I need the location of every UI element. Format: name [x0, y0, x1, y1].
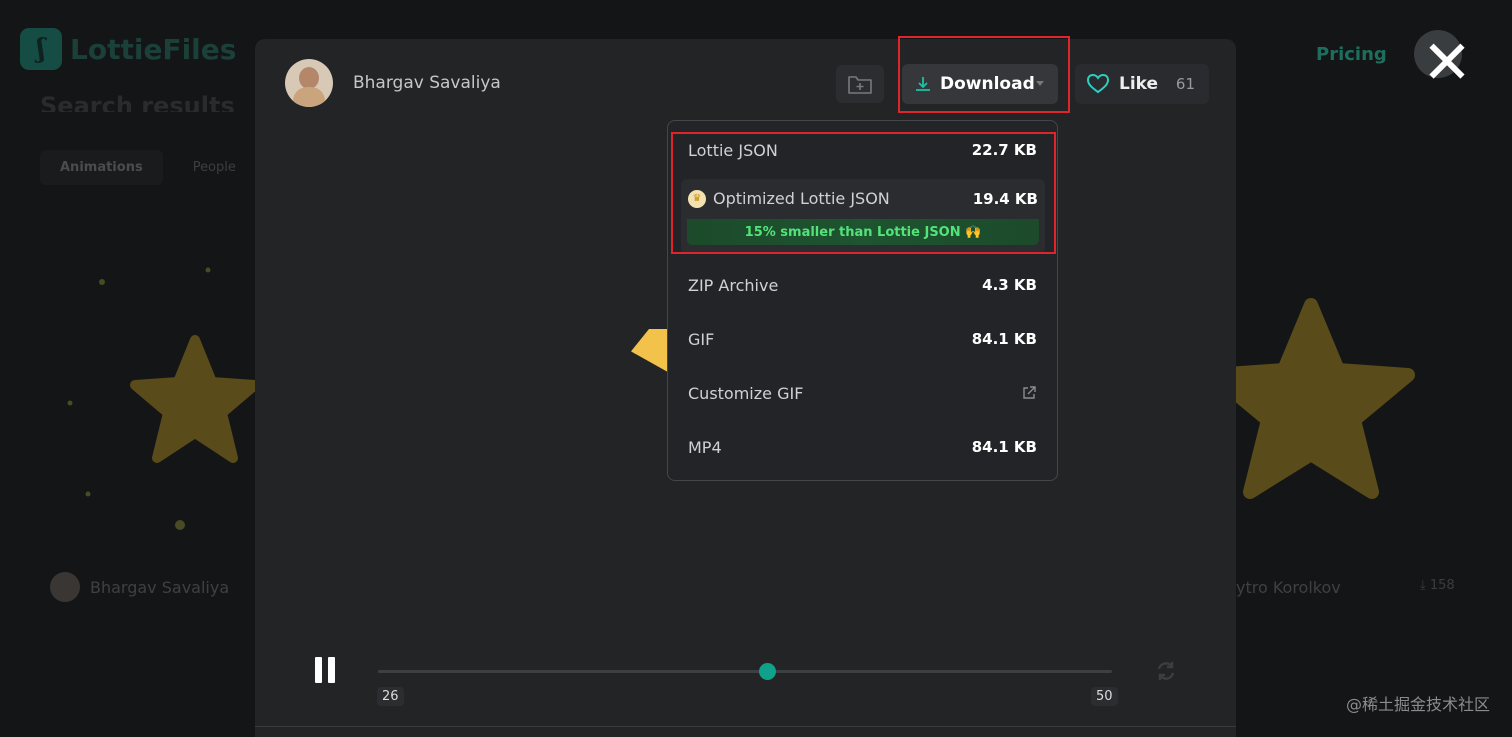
format-highlight-box: [671, 132, 1056, 254]
save-to-folder-button[interactable]: [836, 65, 884, 103]
animation-card-left[interactable]: [40, 220, 255, 550]
animation-card-right[interactable]: [1236, 220, 1512, 550]
tab-people[interactable]: People: [173, 150, 256, 185]
folder-plus-icon: [848, 76, 872, 94]
tab-animations[interactable]: Animations: [40, 150, 163, 185]
author-avatar: [285, 59, 333, 107]
menu-item-zip-archive[interactable]: ZIP Archive 4.3 KB: [668, 260, 1057, 310]
author-name: Bhargav Savaliya: [90, 577, 230, 597]
author-name: Bhargav Savaliya: [353, 73, 501, 93]
menu-item-mp4[interactable]: MP4 84.1 KB: [668, 422, 1057, 472]
result-tabs: Animations People: [40, 150, 256, 185]
card-author-right[interactable]: ytro Korolkov: [1236, 578, 1341, 597]
star-icon: [1236, 298, 1415, 499]
search-results-heading: Search results f: [40, 92, 235, 112]
nav-pricing-link[interactable]: Pricing: [1316, 44, 1387, 65]
like-button[interactable]: Like 61: [1075, 64, 1209, 104]
menu-item-customize-gif[interactable]: Customize GIF: [668, 368, 1057, 418]
like-label: Like: [1119, 74, 1159, 94]
site-logo[interactable]: ʃ LottieFiles: [20, 28, 236, 70]
modal-divider: [255, 726, 1236, 727]
download-count: ⤓ 158: [1420, 578, 1455, 593]
logo-mark-icon: ʃ: [20, 28, 62, 70]
watermark: @稀土掘金技术社区: [1345, 695, 1490, 714]
frame-start-label: 26: [377, 687, 404, 706]
close-icon[interactable]: ✕: [1420, 33, 1474, 93]
menu-item-gif[interactable]: GIF 84.1 KB: [668, 314, 1057, 364]
frame-end-label: 50: [1091, 687, 1118, 706]
download-highlight-box: [898, 36, 1070, 113]
modal-author[interactable]: Bhargav Savaliya: [285, 59, 501, 107]
star-icon: [130, 335, 255, 463]
heart-icon: [1087, 74, 1109, 94]
logo-wordmark: LottieFiles: [70, 32, 237, 66]
timeline-track[interactable]: [378, 670, 1112, 673]
author-avatar: [50, 572, 80, 602]
external-link-icon: [1023, 386, 1036, 399]
timeline-handle[interactable]: [759, 663, 776, 680]
like-count: 61: [1175, 75, 1195, 93]
card-author-left[interactable]: Bhargav Savaliya: [50, 572, 229, 602]
pause-icon[interactable]: [315, 657, 335, 683]
loop-icon[interactable]: [1153, 658, 1179, 684]
